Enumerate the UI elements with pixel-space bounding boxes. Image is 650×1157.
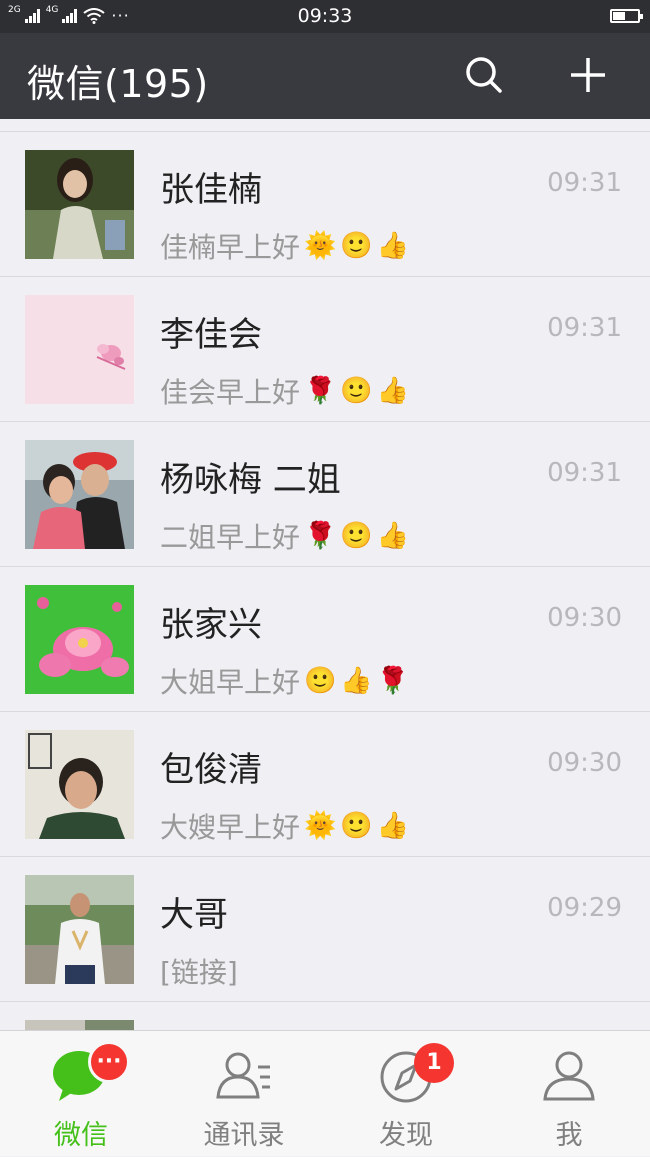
avatar [25, 150, 134, 259]
tab-label: 发现 [379, 1120, 433, 1151]
tab-chats-badge: ··· [88, 1041, 130, 1083]
chat-time: 09:29 [547, 893, 622, 923]
chat-name: 李佳会 [160, 315, 262, 355]
clock: 09:33 [297, 5, 353, 27]
chat-row[interactable]: 大哥 [链接] 09:29 [0, 857, 650, 1002]
battery-icon [610, 9, 643, 23]
top-nav-bar: 微信(195) [0, 33, 650, 119]
chat-preview-text: [链接] [160, 956, 238, 989]
chat-preview: 二姐早上好 🌹 🙂 👍 [160, 516, 409, 556]
chat-name: 包俊清 [160, 750, 262, 790]
chat-preview: 大嫂早上好 🌞 🙂 👍 [160, 806, 409, 846]
thumbs-up-emoji-icon: 👍 [376, 376, 410, 406]
rose-emoji-icon: 🌹 [376, 666, 410, 696]
page-title: 微信(195) [27, 62, 209, 106]
person-icon [543, 1051, 595, 1101]
avatar [25, 295, 134, 404]
chat-preview-text: 大姐早上好 [160, 666, 301, 699]
bottom-tab-bar: ··· 微信 通讯录 1 发现 我 [0, 1030, 650, 1156]
smile-emoji-icon: 🙂 [340, 376, 373, 406]
smile-emoji-icon: 🙂 [304, 666, 337, 696]
tab-label: 我 [555, 1120, 583, 1151]
chat-list: 张佳楠 佳楠早上好 🌞 🙂 👍 09:31 李佳会 佳会早上好 🌹 🙂 👍 09… [0, 119, 650, 1042]
tab-label: 通讯录 [203, 1120, 285, 1151]
smile-emoji-icon: 🙂 [340, 521, 373, 551]
chat-preview: 佳会早上好 🌹 🙂 👍 [160, 371, 409, 411]
tab-chats[interactable]: ··· 微信 [0, 1031, 162, 1157]
thumbs-up-emoji-icon: 👍 [376, 231, 410, 261]
thumbs-up-emoji-icon: 👍 [340, 666, 373, 696]
chat-preview: [链接] [160, 951, 238, 991]
chat-preview-text: 佳会早上好 [160, 376, 301, 409]
contacts-icon [216, 1052, 270, 1099]
chat-preview-text: 佳楠早上好 [160, 231, 301, 264]
tab-discover-badge: 1 [414, 1043, 454, 1083]
rose-emoji-icon: 🌹 [304, 376, 337, 406]
chat-time: 09:30 [547, 603, 622, 633]
thumbs-up-emoji-icon: 👍 [376, 811, 410, 841]
search-icon [466, 57, 502, 93]
chat-time: 09:30 [547, 748, 622, 778]
avatar [25, 730, 134, 839]
emoji-list: 🌹 🙂 👍 [304, 521, 409, 551]
chat-time: 09:31 [547, 313, 622, 343]
avatar [25, 585, 134, 694]
plus-icon [571, 58, 605, 92]
status-bar: 2G 4G ··· 09:33 [0, 0, 650, 33]
smile-emoji-icon: 🙂 [340, 811, 373, 841]
tab-me[interactable]: 我 [488, 1031, 650, 1157]
thumbs-up-emoji-icon: 👍 [376, 521, 410, 551]
chat-row[interactable]: 包俊清 大嫂早上好 🌞 🙂 👍 09:30 [0, 712, 650, 857]
emoji-list: 🌞 🙂 👍 [304, 811, 409, 841]
chat-time: 09:31 [547, 168, 622, 198]
emoji-list: 🙂 👍 🌹 [304, 666, 409, 696]
avatar [25, 875, 134, 984]
chat-row[interactable]: 李佳会 佳会早上好 🌹 🙂 👍 09:31 [0, 277, 650, 422]
tab-label: 微信 [54, 1120, 108, 1151]
avatar [25, 440, 134, 549]
chat-name: 大哥 [160, 895, 228, 935]
chat-time: 09:31 [547, 458, 622, 488]
rose-emoji-icon: 🌹 [304, 521, 337, 551]
sun-emoji-icon: 🌞 [304, 811, 337, 841]
emoji-list: 🌞 🙂 👍 [304, 231, 409, 261]
tab-contacts[interactable]: 通讯录 [163, 1031, 325, 1157]
emoji-list: 🌹 🙂 👍 [304, 376, 409, 406]
chat-preview: 佳楠早上好 🌞 🙂 👍 [160, 226, 409, 266]
chat-row[interactable]: 张佳楠 佳楠早上好 🌞 🙂 👍 09:31 [0, 132, 650, 277]
search-button[interactable] [462, 53, 506, 97]
smile-emoji-icon: 🙂 [340, 231, 373, 261]
chat-preview-text: 大嫂早上好 [160, 811, 301, 844]
chat-preview-text: 二姐早上好 [160, 521, 301, 554]
list-divider [0, 119, 650, 132]
tab-discover[interactable]: 1 发现 [325, 1031, 487, 1157]
chat-name: 张佳楠 [160, 170, 262, 210]
sun-emoji-icon: 🌞 [304, 231, 337, 261]
chat-name: 张家兴 [160, 605, 262, 645]
chat-row[interactable]: 张家兴 大姐早上好 🙂 👍 🌹 09:30 [0, 567, 650, 712]
add-button[interactable] [566, 53, 610, 97]
chat-name: 杨咏梅 二姐 [160, 460, 341, 500]
chat-row[interactable]: 杨咏梅 二姐 二姐早上好 🌹 🙂 👍 09:31 [0, 422, 650, 567]
chat-preview: 大姐早上好 🙂 👍 🌹 [160, 661, 409, 701]
